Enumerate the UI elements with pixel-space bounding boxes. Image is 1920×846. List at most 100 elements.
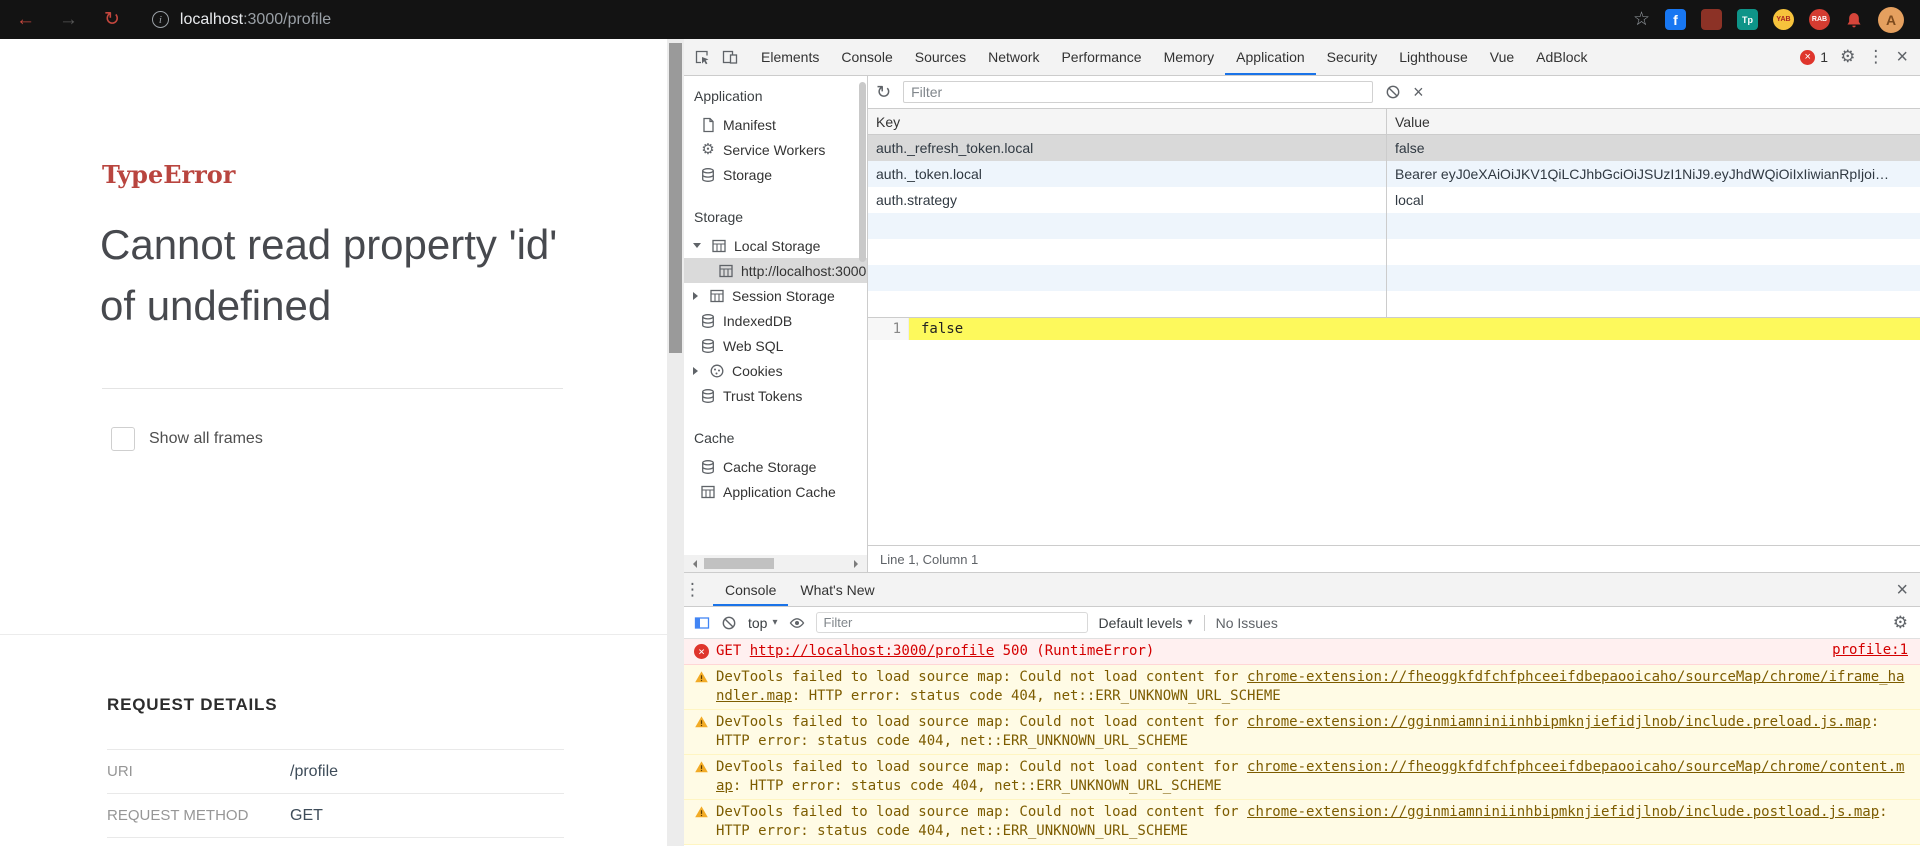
empty-row[interactable] <box>868 239 1920 265</box>
settings-gear-icon[interactable]: ⚙ <box>1840 47 1855 67</box>
empty-row[interactable] <box>868 291 1920 317</box>
context-selector[interactable]: top ▾ <box>748 615 778 631</box>
sidebar-item-local-storage[interactable]: Local Storage <box>684 233 867 258</box>
device-toolbar-icon[interactable] <box>722 49 738 65</box>
sidebar-item-session-storage[interactable]: Session Storage <box>684 283 867 308</box>
value-preview-pane[interactable]: 1 false <box>868 318 1920 545</box>
chevron-down-icon[interactable] <box>693 243 701 248</box>
chevron-right-icon[interactable] <box>693 366 698 375</box>
inspect-element-icon[interactable] <box>694 49 710 65</box>
message-link[interactable]: http://localhost:3000/profile <box>750 643 994 659</box>
profile-avatar[interactable]: A <box>1878 6 1904 33</box>
sidebar-horizontal-scrollbar[interactable] <box>684 555 867 572</box>
drawer-menu-icon[interactable]: ⋮ <box>684 580 701 600</box>
tab-lighthouse[interactable]: Lighthouse <box>1388 39 1479 75</box>
item-label: Cookies <box>732 362 783 379</box>
extension-maroon-icon[interactable] <box>1701 9 1722 30</box>
drawer-tab-whats-new[interactable]: What's New <box>788 573 886 606</box>
line-number: 1 <box>868 318 909 340</box>
message-post: : HTTP error: status code 404, net::ERR_… <box>732 778 1222 794</box>
back-icon[interactable]: ← <box>16 10 35 29</box>
sidebar-item-cookies[interactable]: Cookies <box>684 358 867 383</box>
storage-row-strategy[interactable]: auth.strategy local <box>868 187 1920 213</box>
bookmark-star-icon[interactable]: ☆ <box>1633 8 1650 31</box>
storage-filter-input[interactable] <box>903 81 1374 103</box>
scrollbar-thumb[interactable] <box>859 82 866 262</box>
tab-elements[interactable]: Elements <box>750 39 830 75</box>
clear-console-icon[interactable] <box>721 615 737 631</box>
tab-security[interactable]: Security <box>1316 39 1389 75</box>
empty-row[interactable] <box>868 265 1920 291</box>
live-expression-eye-icon[interactable] <box>789 615 805 631</box>
console-sidebar-icon[interactable] <box>694 615 710 631</box>
show-all-frames-checkbox[interactable] <box>111 427 135 451</box>
error-count-badge[interactable]: × 1 <box>1800 49 1828 65</box>
delete-selected-icon[interactable]: × <box>1413 83 1424 101</box>
extension-red-icon[interactable]: RAB <box>1809 9 1830 30</box>
message-link[interactable]: chrome-extension://gginmiamniniinhbipmkn… <box>1247 714 1871 730</box>
scrollbar-thumb[interactable] <box>704 558 774 569</box>
console-warning-row: DevTools failed to load source map: Coul… <box>684 710 1920 755</box>
console-filter-input[interactable] <box>815 612 1088 633</box>
sidebar-vertical-scrollbar[interactable] <box>859 76 867 555</box>
forward-icon[interactable]: → <box>59 10 78 29</box>
sidebar-item-indexeddb[interactable]: IndexedDB <box>684 308 867 333</box>
item-label: Session Storage <box>732 287 835 304</box>
chevron-down-icon: ▾ <box>772 617 778 628</box>
tab-vue[interactable]: Vue <box>1479 39 1525 75</box>
tab-adblock[interactable]: AdBlock <box>1525 39 1598 75</box>
clear-all-icon[interactable] <box>1385 84 1401 100</box>
column-header-key[interactable]: Key <box>868 109 1387 134</box>
cursor-position-status: Line 1, Column 1 <box>868 545 1920 572</box>
devtools-close-icon[interactable]: × <box>1896 47 1908 67</box>
reload-icon[interactable]: ↻ <box>104 10 120 29</box>
sidebar-item-cache-storage[interactable]: Cache Storage <box>684 454 867 479</box>
local-storage-panel: ↻ × Key Value auth._refresh_token.local … <box>868 76 1920 572</box>
extension-yellow-icon[interactable]: YAB <box>1773 9 1794 30</box>
address-bar[interactable]: localhost:3000/profile <box>180 11 331 29</box>
scroll-right-icon[interactable] <box>854 559 862 568</box>
sidebar-item-application-cache[interactable]: Application Cache <box>684 479 867 504</box>
drawer-close-icon[interactable]: × <box>1896 580 1908 600</box>
document-icon <box>700 117 716 133</box>
storage-row-refresh-token[interactable]: auth._refresh_token.local false <box>868 135 1920 161</box>
notification-bell-icon[interactable] <box>1845 11 1863 29</box>
refresh-icon[interactable]: ↻ <box>876 83 891 101</box>
storage-row-token[interactable]: auth._token.local Bearer eyJ0eXAiOiJKV1Q… <box>868 161 1920 187</box>
tab-network[interactable]: Network <box>977 39 1050 75</box>
message-pre: DevTools failed to load source map: Coul… <box>716 804 1248 820</box>
tab-sources[interactable]: Sources <box>904 39 977 75</box>
sidebar-item-trust-tokens[interactable]: Trust Tokens <box>684 383 867 408</box>
database-icon <box>700 338 716 354</box>
source-link[interactable]: profile:1 <box>1832 642 1908 658</box>
message-text: DevTools failed to load source map: Coul… <box>716 803 1908 841</box>
warning-icon <box>694 715 709 729</box>
tab-console[interactable]: Console <box>830 39 903 75</box>
empty-row[interactable] <box>868 213 1920 239</box>
tab-performance[interactable]: Performance <box>1050 39 1152 75</box>
drawer-tab-console[interactable]: Console <box>713 573 789 606</box>
extension-facebook-icon[interactable]: f <box>1665 9 1686 30</box>
page-scrollbar[interactable] <box>667 39 684 846</box>
request-details-title: REQUEST DETAILS <box>107 695 278 714</box>
scrollbar-thumb[interactable] <box>669 43 682 353</box>
scroll-left-icon[interactable] <box>689 559 697 568</box>
column-header-value[interactable]: Value <box>1387 109 1920 134</box>
message-link[interactable]: chrome-extension://gginmiamniniinhbipmkn… <box>1247 804 1879 820</box>
sidebar-section-application: Application <box>694 88 763 104</box>
console-settings-gear-icon[interactable]: ⚙ <box>1893 613 1908 633</box>
more-options-icon[interactable]: ⋮ <box>1867 47 1884 67</box>
chevron-right-icon[interactable] <box>693 291 698 300</box>
message-pre: DevTools failed to load source map: Coul… <box>716 669 1248 685</box>
sidebar-item-localhost-origin[interactable]: http://localhost:3000 <box>684 258 867 283</box>
site-info-icon[interactable]: i <box>151 11 169 28</box>
issues-status[interactable]: No Issues <box>1216 615 1278 631</box>
tab-memory[interactable]: Memory <box>1153 39 1226 75</box>
sidebar-item-service-workers[interactable]: ⚙ Service Workers <box>684 137 867 162</box>
sidebar-item-web-sql[interactable]: Web SQL <box>684 333 867 358</box>
log-levels-selector[interactable]: Default levels ▾ <box>1099 615 1193 631</box>
sidebar-item-manifest[interactable]: Manifest <box>684 112 867 137</box>
tab-application[interactable]: Application <box>1225 39 1316 75</box>
extension-teal-icon[interactable]: Tp <box>1737 9 1758 30</box>
sidebar-item-storage[interactable]: Storage <box>684 162 867 187</box>
